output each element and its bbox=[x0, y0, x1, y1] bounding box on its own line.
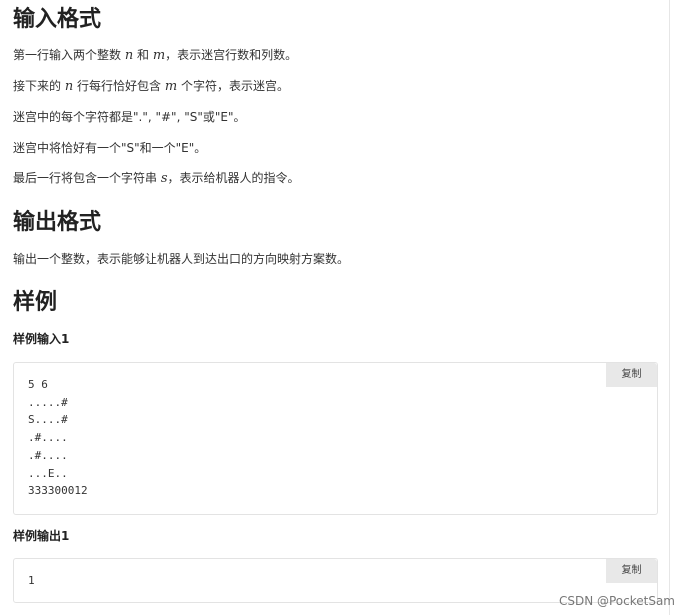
math-m: m bbox=[164, 79, 178, 94]
sample-output-code[interactable]: 1 bbox=[28, 572, 35, 590]
sample-input-label: 样例输入1 bbox=[13, 332, 70, 346]
input-format-line-4: 迷宫中将恰好有一个"S"和一个"E"。 bbox=[13, 141, 207, 155]
sample-output-label: 样例输出1 bbox=[13, 529, 70, 543]
input-format-line-2: 接下来的 n 行每行恰好包含 m 个字符，表示迷宫。 bbox=[13, 79, 289, 94]
sample-input-box: 5 6 .....# S....# .#.... .#.... ...E.. 3… bbox=[13, 362, 658, 515]
output-format-text: 输出一个整数，表示能够让机器人到达出口的方向映射方案数。 bbox=[13, 252, 350, 266]
input-format-line-1: 第一行输入两个整数 n 和 m，表示迷宫行数和列数。 bbox=[13, 48, 298, 63]
output-format-heading: 输出格式 bbox=[13, 210, 102, 235]
sample-input-code[interactable]: 5 6 .....# S....# .#.... .#.... ...E.. 3… bbox=[28, 376, 88, 500]
math-n: n bbox=[64, 79, 74, 94]
csdn-watermark: CSDN @PocketSam bbox=[558, 594, 675, 608]
sample-heading: 样例 bbox=[13, 290, 58, 315]
input-format-heading: 输入格式 bbox=[13, 7, 102, 32]
copy-input-button[interactable]: 复制 bbox=[606, 363, 657, 387]
copy-output-button[interactable]: 复制 bbox=[606, 559, 657, 583]
math-n: n bbox=[124, 48, 134, 63]
math-s: s bbox=[160, 171, 168, 186]
math-m: m bbox=[152, 48, 166, 63]
page-right-border bbox=[669, 0, 670, 615]
input-format-line-3: 迷宫中的每个字符都是".", "#", "S"或"E"。 bbox=[13, 110, 246, 124]
input-format-line-5: 最后一行将包含一个字符串 s，表示给机器人的指令。 bbox=[13, 171, 300, 186]
